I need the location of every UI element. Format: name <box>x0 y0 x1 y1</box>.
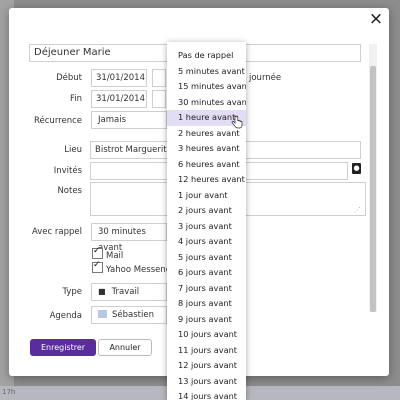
end-label: Fin <box>69 94 82 104</box>
notes-label: Notes <box>57 186 82 196</box>
reminder-dropdown-list[interactable]: Pas de rappel 5 minutes avant 15 minutes a… <box>167 42 246 400</box>
reminder-option[interactable]: 2 jours avant <box>167 203 246 219</box>
end-time-input[interactable] <box>152 90 166 108</box>
cancel-button[interactable]: Annuler <box>98 339 152 356</box>
reminder-option[interactable]: 30 minutes avant <box>167 95 246 111</box>
reminder-option[interactable]: 4 jours avant <box>167 234 246 250</box>
dialog-scrollbar[interactable] <box>369 44 377 312</box>
recurrence-value: Jamais <box>98 115 126 125</box>
reminder-option[interactable]: 11 jours avant <box>167 343 246 359</box>
reminder-option[interactable]: 8 jours avant <box>167 296 246 312</box>
recurrence-select[interactable]: Jamais <box>91 111 167 129</box>
reminder-option[interactable]: 3 heures avant <box>167 141 246 157</box>
address-book-icon[interactable]: ● <box>352 163 361 174</box>
scrollbar-thumb[interactable] <box>370 66 376 312</box>
recurrence-label: Récurrence <box>34 116 82 126</box>
checkbox-checked-icon <box>92 246 103 259</box>
type-value: Travail <box>111 287 140 297</box>
reminder-label: Avec rappel <box>31 227 82 237</box>
reminder-option[interactable]: 12 jours avant <box>167 358 246 374</box>
calendar-color-swatch <box>98 310 107 318</box>
calendar-value: Sébastien <box>112 310 154 320</box>
reminder-option[interactable]: 5 minutes avant <box>167 64 246 80</box>
reminder-option[interactable]: 6 jours avant <box>167 265 246 281</box>
reminder-option[interactable]: 15 minutes avant <box>167 79 246 95</box>
briefcase-icon: ■ <box>98 287 106 296</box>
reminder-option[interactable]: Pas de rappel <box>167 48 246 64</box>
mail-label: Mail <box>106 251 124 261</box>
reminder-option[interactable]: 12 heures avant <box>167 172 246 188</box>
reminder-option[interactable]: 13 jours avant <box>167 374 246 390</box>
reminder-option[interactable]: 5 jours avant <box>167 250 246 266</box>
time-label: 17h <box>2 388 16 396</box>
calendar-label: Agenda <box>49 311 82 321</box>
close-icon[interactable]: × <box>367 10 385 28</box>
reminder-option[interactable]: 3 jours avant <box>167 219 246 235</box>
checkbox-checked-icon <box>92 260 103 273</box>
location-label: Lieu <box>64 145 82 155</box>
reminder-option[interactable]: 7 jours avant <box>167 281 246 297</box>
reminder-option[interactable]: 6 heures avant <box>167 157 246 173</box>
start-label: Début <box>56 73 82 83</box>
save-button[interactable]: Enregistrer <box>30 339 96 356</box>
guests-label: Invités <box>53 166 82 176</box>
reminder-option[interactable]: 14 jours avant <box>167 389 246 400</box>
reminder-option[interactable]: 1 jour avant <box>167 188 246 204</box>
type-select[interactable]: ■ Travail <box>91 283 167 301</box>
calendar-select[interactable]: Sébastien <box>91 306 167 324</box>
all-day-label: journée <box>249 73 282 83</box>
end-date-input[interactable]: 31/01/2014 <box>91 90 147 108</box>
start-date-input[interactable]: 31/01/2014 <box>91 69 147 87</box>
start-time-input[interactable] <box>152 69 166 87</box>
hand-cursor-icon <box>231 115 243 129</box>
type-label: Type <box>62 287 82 297</box>
reminder-select[interactable]: 30 minutes avant <box>91 223 167 253</box>
resize-handle-icon[interactable]: ⋰ <box>354 206 361 214</box>
reminder-option[interactable]: 10 jours avant <box>167 327 246 343</box>
reminder-option[interactable]: 9 jours avant <box>167 312 246 328</box>
